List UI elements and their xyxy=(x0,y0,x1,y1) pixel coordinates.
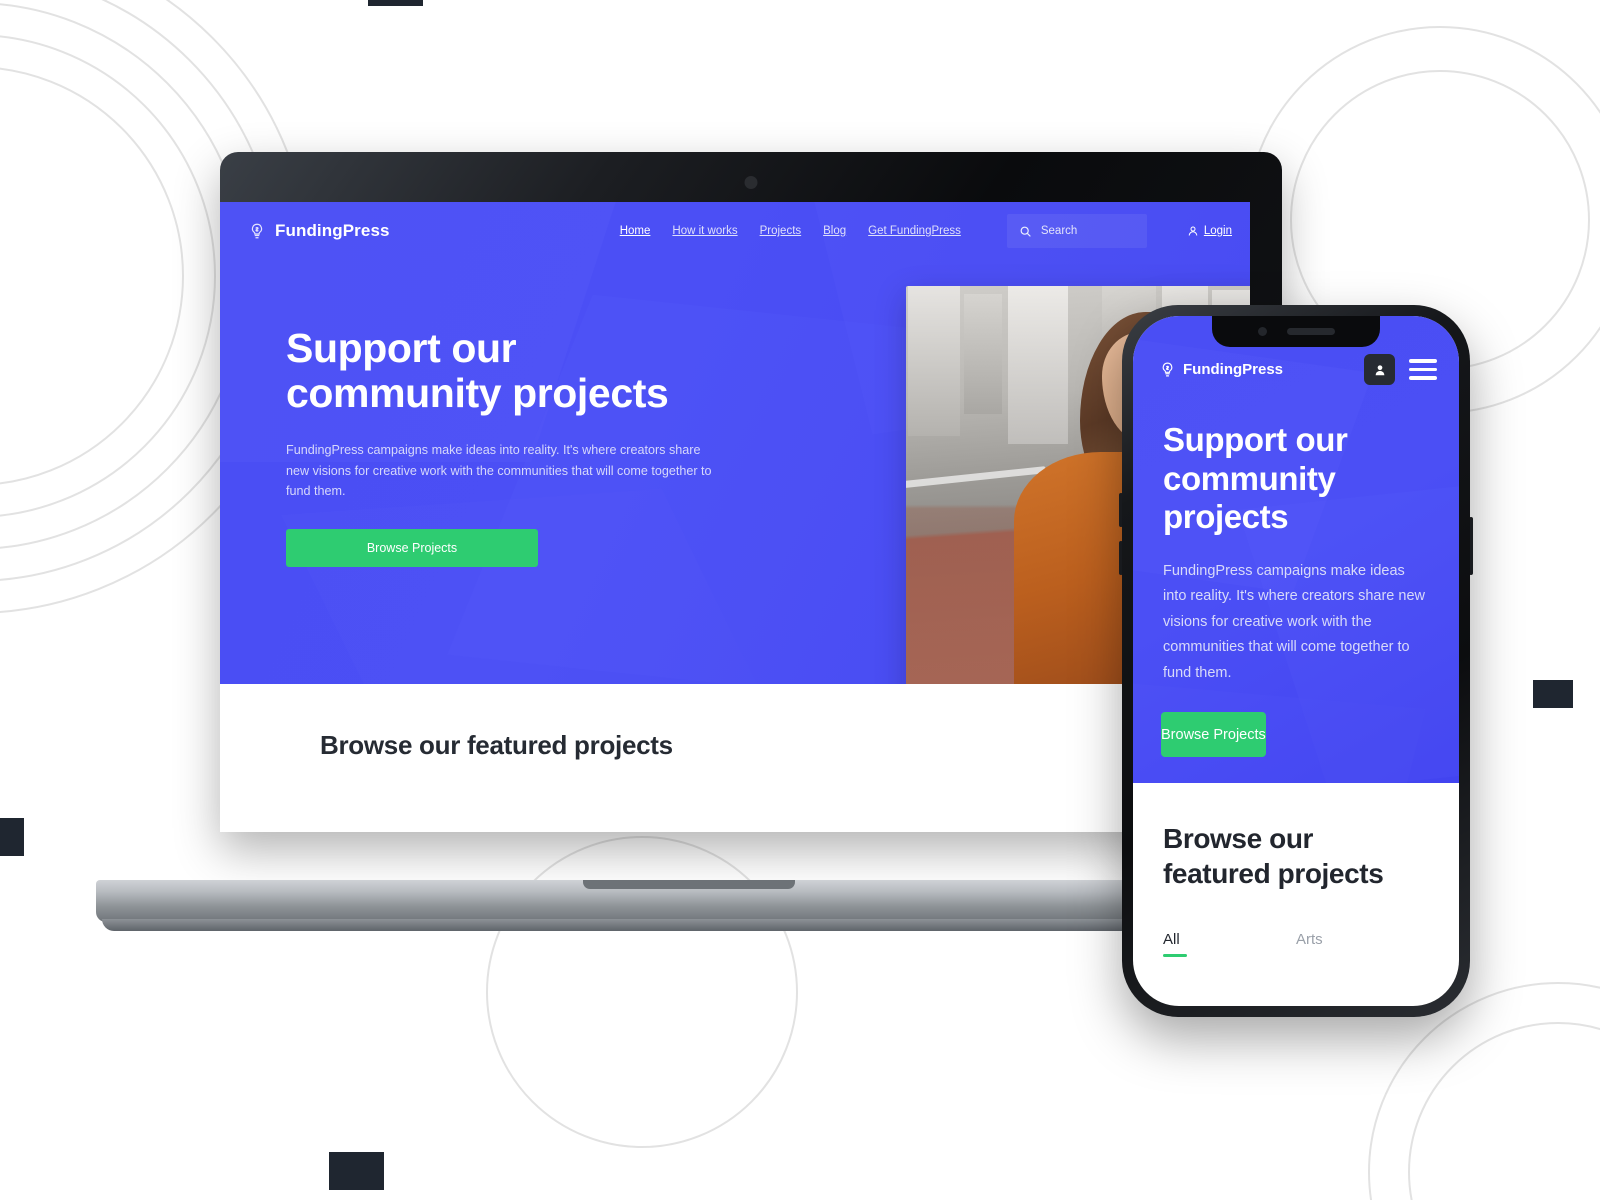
phone-mockup: FundingPress Support our community proje… xyxy=(1119,305,1473,1017)
nav-link-home[interactable]: Home xyxy=(620,225,651,237)
mobile-heading-line-1: Support our xyxy=(1163,421,1348,458)
mobile-heading-line-2: community xyxy=(1163,459,1336,497)
nav-link-projects[interactable]: Projects xyxy=(760,225,802,237)
desktop-hero-paragraph: FundingPress campaigns make ideas into r… xyxy=(286,443,712,498)
mobile-featured-line-1: Browse our xyxy=(1163,823,1314,855)
search-input[interactable]: Search xyxy=(1006,214,1147,248)
laptop-base-foot xyxy=(102,919,1276,931)
hamburger-bar xyxy=(1409,376,1437,380)
desktop-nav-links: Home How it works Projects Blog Get Fund… xyxy=(620,214,1232,248)
front-camera-icon xyxy=(1257,327,1267,336)
user-icon xyxy=(1188,226,1198,236)
user-icon xyxy=(1375,364,1384,375)
dark-square-accent xyxy=(1533,680,1573,708)
tab-arts[interactable]: Arts xyxy=(1296,931,1429,957)
heading-line-1: Support our xyxy=(286,325,517,371)
ring-bottom-right xyxy=(1408,1022,1600,1200)
mobile-nav-actions xyxy=(1364,354,1437,385)
tab-all[interactable]: All xyxy=(1163,931,1296,958)
mobile-heading-line-3: projects xyxy=(1163,498,1289,536)
heading-line-2: community projects xyxy=(286,370,669,417)
laptop-base xyxy=(96,880,1282,922)
mobile-browse-projects-button[interactable]: Browse Projects xyxy=(1161,712,1266,758)
phone-frame: FundingPress Support our community proje… xyxy=(1122,305,1470,1017)
desktop-featured-heading: Browse our featured projects xyxy=(320,730,673,760)
login-label: Login xyxy=(1203,225,1232,237)
nav-link-how-it-works[interactable]: How it works xyxy=(672,225,737,237)
browse-projects-button[interactable]: Browse Projects xyxy=(286,529,538,568)
mobile-featured-heading: Browse our featured projects xyxy=(1163,821,1429,891)
dark-square-accent xyxy=(0,818,24,856)
mobile-brand-logo[interactable]: FundingPress xyxy=(1159,361,1283,378)
mobile-featured-section: Browse our featured projects xyxy=(1133,783,1459,892)
account-button[interactable] xyxy=(1364,354,1395,385)
mobile-hero-paragraph: FundingPress campaigns make ideas into r… xyxy=(1163,562,1425,681)
webcam-icon xyxy=(744,176,758,189)
desktop-navbar: FundingPress Home How it works Projects … xyxy=(220,202,1250,260)
nav-link-blog[interactable]: Blog xyxy=(823,225,846,237)
brand-name: FundingPress xyxy=(275,221,390,240)
brand-logo[interactable]: FundingPress xyxy=(248,221,390,241)
desktop-featured-section: Browse our featured projects xyxy=(220,684,1250,832)
mobile-category-tabs: All Arts xyxy=(1133,891,1459,958)
phone-notch xyxy=(1212,316,1380,347)
mobile-brand-name: FundingPress xyxy=(1183,361,1284,378)
login-button[interactable]: Login xyxy=(1187,225,1232,237)
laptop-mockup: FundingPress Home How it works Projects … xyxy=(96,152,1282,931)
screenshot-canvas: FundingPress Home How it works Projects … xyxy=(0,0,1600,1200)
dark-square-accent xyxy=(329,1152,384,1190)
mobile-featured-line-2: featured projects xyxy=(1163,858,1384,890)
nav-link-get-fundingpress[interactable]: Get FundingPress xyxy=(868,225,961,237)
hamburger-bar xyxy=(1409,359,1437,363)
desktop-website: FundingPress Home How it works Projects … xyxy=(220,202,1250,832)
hamburger-menu-button[interactable] xyxy=(1409,359,1437,380)
desktop-hero-section: FundingPress Home How it works Projects … xyxy=(220,202,1250,684)
phone-screen: FundingPress Support our community proje… xyxy=(1133,316,1459,1006)
lightbulb-dollar-icon xyxy=(1162,362,1173,377)
earpiece-speaker xyxy=(1286,328,1335,335)
desktop-hero-heading: Support our community projects xyxy=(286,325,706,417)
mobile-hero-section: FundingPress Support our community proje… xyxy=(1133,316,1459,784)
dark-square-accent xyxy=(368,0,423,6)
search-icon xyxy=(1020,226,1031,237)
laptop-screen: FundingPress Home How it works Projects … xyxy=(220,202,1250,832)
desktop-hero-copy: Support our community projects FundingPr… xyxy=(220,284,750,568)
lightbulb-dollar-icon xyxy=(251,223,263,239)
hamburger-bar xyxy=(1409,367,1437,372)
search-placeholder: Search xyxy=(1040,225,1078,237)
mobile-hero-heading: Support our community projects xyxy=(1133,385,1459,537)
